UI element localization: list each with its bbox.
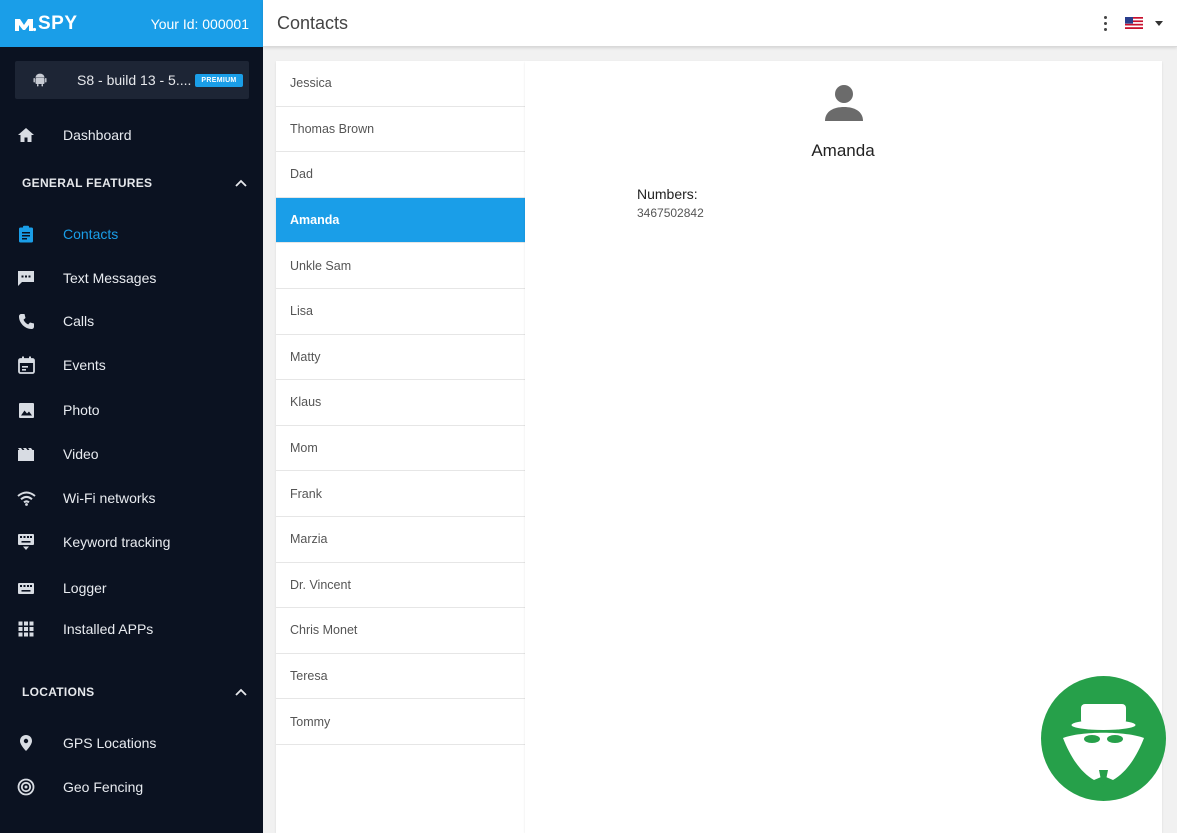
keyboard-icon	[16, 532, 36, 552]
chevron-up-icon	[235, 179, 247, 187]
nav-dashboard[interactable]: Dashboard	[0, 121, 263, 149]
section-locations-label: LOCATIONS	[22, 685, 95, 699]
contact-item[interactable]: Mom	[276, 426, 525, 472]
m-logo-icon	[15, 18, 36, 31]
user-id: Your Id: 000001	[150, 15, 249, 32]
nav-contacts-label: Contacts	[63, 226, 119, 242]
nav-logger[interactable]: Logger	[0, 574, 263, 602]
premium-badge: PREMIUM	[195, 73, 243, 87]
more-options-icon[interactable]	[1097, 14, 1113, 32]
contact-item[interactable]: Lisa	[276, 289, 525, 335]
chevron-down-icon	[1155, 20, 1163, 26]
contact-item[interactable]: Jessica	[276, 61, 525, 107]
phone-icon	[16, 311, 36, 331]
nav-wifi[interactable]: Wi-Fi networks	[0, 484, 263, 512]
nav-geo-fencing-label: Geo Fencing	[63, 779, 144, 795]
contact-item[interactable]: Thomas Brown	[276, 107, 525, 153]
brand-bar: SPY Your Id: 000001	[0, 0, 263, 47]
nav-photo-label: Photo	[63, 402, 100, 418]
nav-contacts[interactable]: Contacts	[0, 220, 263, 248]
contact-item[interactable]: Matty	[276, 335, 525, 381]
section-general-features-label: GENERAL FEATURES	[22, 176, 153, 190]
spy-icon	[1063, 704, 1144, 786]
section-locations[interactable]: LOCATIONS	[22, 685, 247, 699]
page-title: Contacts	[277, 12, 349, 33]
nav-installed-apps-label: Installed APPs	[63, 621, 154, 637]
calendar-icon	[16, 355, 36, 375]
image-icon	[16, 400, 36, 420]
nav-keyword-tracking[interactable]: Keyword tracking	[0, 528, 263, 556]
sidebar: SPY Your Id: 000001 S8 - build 13 - 5...…	[0, 0, 263, 833]
header-actions	[1097, 14, 1163, 32]
nav-calls[interactable]: Calls	[0, 307, 263, 335]
contact-item[interactable]: Dr. Vincent	[276, 563, 525, 609]
contact-item[interactable]: Chris Monet	[276, 608, 525, 654]
nav-keyword-tracking-label: Keyword tracking	[63, 534, 171, 550]
spy-badge	[1041, 676, 1166, 801]
home-icon	[16, 125, 36, 145]
nav-events-label: Events	[63, 357, 106, 373]
contact-item[interactable]: Klaus	[276, 380, 525, 426]
device-selector[interactable]: S8 - build 13 - 5.... PREMIUM	[15, 61, 249, 99]
nav-events[interactable]: Events	[0, 351, 263, 379]
chevron-up-icon	[235, 688, 247, 696]
contact-name: Amanda	[811, 141, 875, 160]
nav-logger-label: Logger	[63, 580, 107, 596]
chat-icon	[16, 268, 36, 288]
clipboard-icon	[16, 224, 36, 244]
contact-item[interactable]: Unkle Sam	[276, 243, 525, 289]
nav-text-messages-label: Text Messages	[63, 270, 157, 286]
grid-icon	[16, 619, 36, 639]
nav-video[interactable]: Video	[0, 440, 263, 468]
nav-gps-locations[interactable]: GPS Locations	[0, 729, 263, 757]
device-name: S8 - build 13 - 5....	[77, 72, 192, 88]
language-selector[interactable]	[1125, 17, 1163, 29]
nav-gps-locations-label: GPS Locations	[63, 735, 157, 751]
keyboard-icon	[16, 578, 36, 598]
contact-item[interactable]: Dad	[276, 152, 525, 198]
nav-installed-apps[interactable]: Installed APPs	[0, 615, 263, 643]
section-general-features[interactable]: GENERAL FEATURES	[22, 176, 247, 190]
film-icon	[16, 444, 36, 464]
nav-photo[interactable]: Photo	[0, 396, 263, 424]
contact-item[interactable]: Marzia	[276, 517, 525, 563]
numbers-label: Numbers:	[637, 186, 698, 202]
contact-item[interactable]: Frank	[276, 471, 525, 517]
wifi-icon	[16, 488, 36, 508]
android-icon	[33, 73, 47, 87]
phone-number: 3467502842	[637, 206, 704, 220]
contact-item-selected[interactable]: Amanda	[276, 197, 525, 244]
top-header: Contacts	[263, 0, 1177, 47]
us-flag-icon	[1125, 17, 1143, 29]
nav-text-messages[interactable]: Text Messages	[0, 264, 263, 292]
nav-video-label: Video	[63, 446, 99, 462]
nav-dashboard-label: Dashboard	[63, 127, 132, 143]
nav-calls-label: Calls	[63, 313, 95, 329]
location-pin-icon	[16, 733, 36, 753]
nav-geo-fencing[interactable]: Geo Fencing	[0, 773, 263, 801]
contact-item[interactable]: Teresa	[276, 654, 525, 700]
user-icon	[825, 85, 863, 121]
target-icon	[16, 777, 36, 797]
logo-text: SPY	[38, 12, 78, 34]
contact-item[interactable]: Tommy	[276, 699, 525, 745]
contact-list: Jessica Thomas Brown Dad Amanda Unkle Sa…	[276, 61, 525, 833]
mspy-logo[interactable]: SPY	[14, 13, 78, 35]
nav-wifi-label: Wi-Fi networks	[63, 490, 156, 506]
